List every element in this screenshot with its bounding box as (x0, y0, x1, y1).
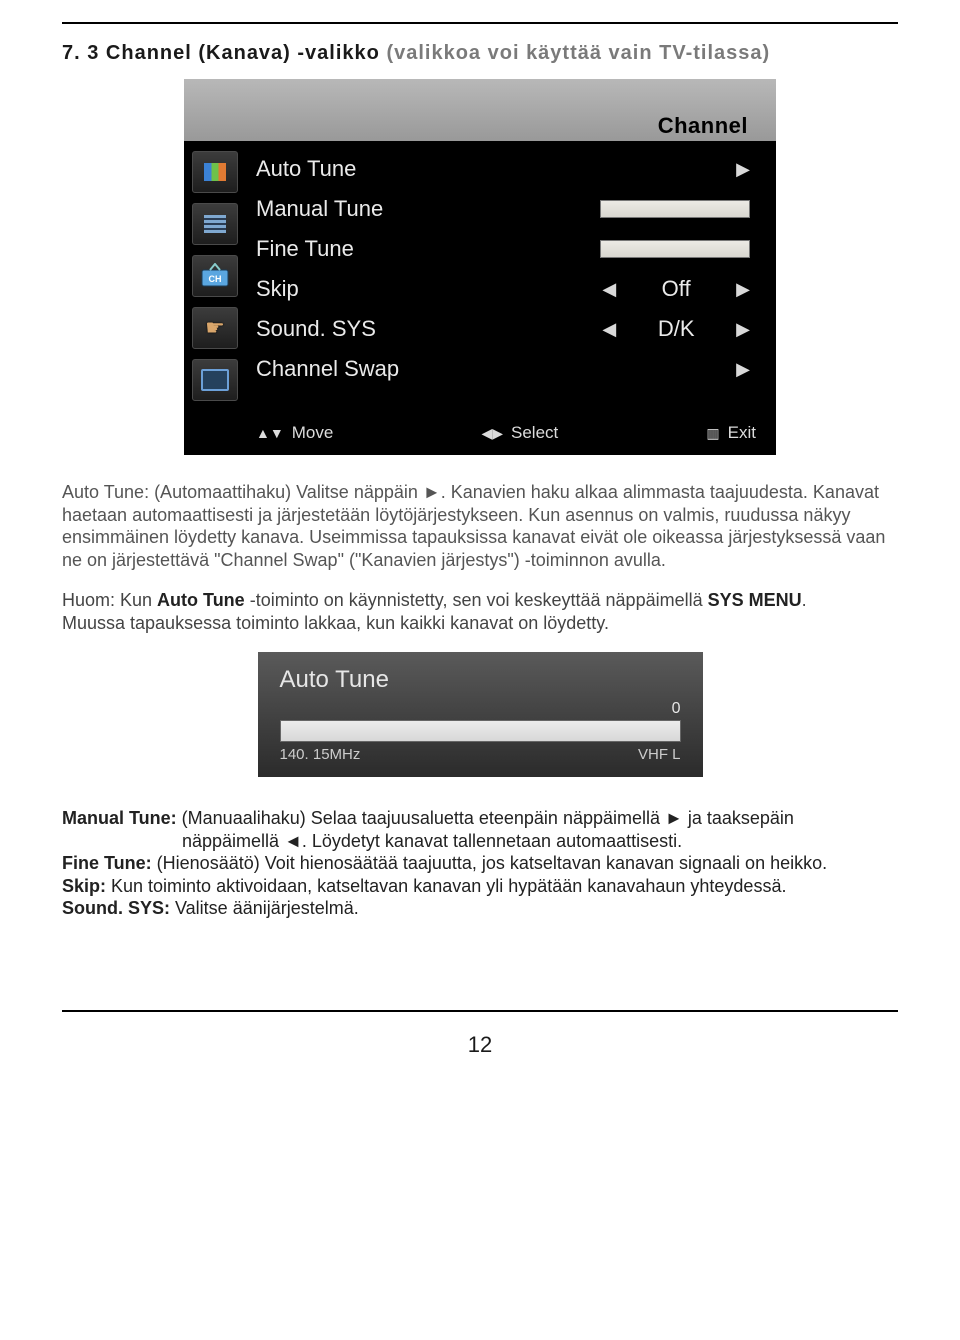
arrow-right-icon: ▶ (736, 159, 750, 180)
menu-label: Sound. SYS (256, 316, 516, 342)
osd-footer: ▲▼Move ◀▶Select ▥Exit (184, 405, 776, 455)
osd-autotune-progress: Auto Tune 0 140. 15MHz VHF L (258, 652, 703, 777)
menu-value: Off (646, 276, 706, 302)
page-number: 12 (62, 1032, 898, 1058)
osd-title: Channel (658, 113, 748, 139)
menu-value: D/K (646, 316, 706, 342)
osd2-band: VHF L (638, 746, 681, 763)
arrow-right-icon: ▶ (736, 319, 750, 340)
menu-label: Fine Tune (256, 236, 516, 262)
osd2-freq: 140. 15MHz (280, 746, 361, 763)
menu-item-sound-sys[interactable]: Sound. SYS ◀ D/K ▶ (256, 309, 750, 349)
bottom-rule (62, 1010, 898, 1012)
slider-slot (600, 200, 750, 218)
svg-text:CH: CH (209, 274, 222, 284)
top-rule (62, 22, 898, 24)
arrow-right-icon: ▶ (736, 279, 750, 300)
monitor-icon (192, 359, 238, 401)
osd2-count: 0 (280, 700, 681, 718)
heading-main: 7. 3 Channel (Kanava) -valikko (62, 42, 380, 64)
heading-suffix: (valikkoa voi käyttää vain TV-tilassa) (380, 42, 770, 64)
section-heading: 7. 3 Channel (Kanava) -valikko (valikkoa… (62, 42, 898, 65)
menu-label: Skip (256, 276, 516, 302)
slider-slot (600, 240, 750, 258)
menu-item-auto-tune[interactable]: Auto Tune ▶ (256, 149, 750, 189)
paragraph-auto-tune: Auto Tune: (Automaattihaku) Valitse näpp… (62, 481, 898, 571)
arrow-left-icon: ◀ (602, 319, 616, 340)
menu-item-skip[interactable]: Skip ◀ Off ▶ (256, 269, 750, 309)
menu-key-icon: ▥ (706, 425, 719, 442)
osd-sidebar-icons: CH (184, 147, 246, 405)
lower-text-block: Manual Tune: (Manuaalihaku) Selaa taajuu… (62, 807, 898, 920)
para1-text: Auto Tune: (Automaattihaku) Valitse näpp… (62, 482, 885, 570)
arrow-right-icon: ▶ (736, 359, 750, 380)
arrow-left-icon: ◀ (602, 279, 616, 300)
menu-label: Channel Swap (256, 356, 516, 382)
menu-label: Manual Tune (256, 196, 516, 222)
footer-select: ◀▶Select (481, 423, 558, 443)
menu-item-channel-swap[interactable]: Channel Swap ▶ (256, 349, 750, 389)
menu-label: Auto Tune (256, 156, 516, 182)
picture-icon (192, 151, 238, 193)
footer-exit: ▥Exit (706, 423, 756, 443)
updown-icon: ▲▼ (256, 425, 284, 441)
menu-item-fine-tune[interactable]: Fine Tune (256, 229, 750, 269)
osd2-title: Auto Tune (280, 666, 681, 694)
osd-channel-menu: Channel CH Auto Tune ▶ Manual Tune Fine … (184, 79, 776, 455)
leftright-icon: ◀▶ (481, 425, 503, 442)
channel-icon: CH (192, 255, 238, 297)
list-icon (192, 203, 238, 245)
paragraph-note: Huom: Kun Auto Tune -toiminto on käynnis… (62, 589, 898, 634)
osd-header: Channel (184, 79, 776, 141)
progress-bar (280, 720, 681, 742)
menu-item-manual-tune[interactable]: Manual Tune (256, 189, 750, 229)
hand-icon (192, 307, 238, 349)
footer-move: ▲▼Move (256, 423, 333, 443)
